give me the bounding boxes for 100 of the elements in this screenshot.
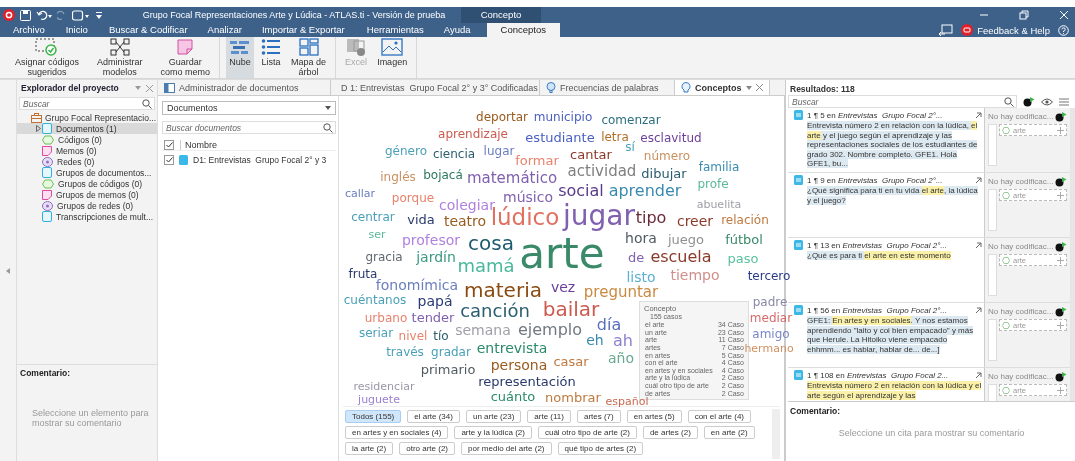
open-arrow-icon[interactable] [975,241,982,249]
filter-chip[interactable]: Todos (155) [345,410,402,423]
cloud-word[interactable]: tipo [635,210,667,226]
dropdown-icon[interactable] [745,85,752,90]
ribbon-button[interactable]: Guardar como memo [157,37,214,78]
checkbox[interactable] [164,155,174,165]
comment-field[interactable]: Seleccione un cita para mostrar su comentario [790,416,1073,457]
filter-chip[interactable]: con el arte (4) [687,410,751,423]
cloud-word[interactable]: representación [478,374,576,388]
feedback-button[interactable]: Feedback & Help [961,24,1050,36]
help-icon[interactable] [1058,24,1069,36]
cloud-word[interactable]: familia [698,161,740,173]
app-logo-icon[interactable] [3,9,15,21]
filter-chip[interactable]: un arte (23) [465,410,522,423]
cloud-word[interactable]: actividad [567,163,637,179]
cloud-word[interactable]: matemático [466,170,558,186]
filter-chip[interactable]: cuál otro tipo de arte (2) [537,426,637,439]
cloud-word[interactable]: cuánto [490,389,536,403]
customize-icon[interactable] [95,9,103,21]
cloud-word[interactable]: comenzar [601,114,661,126]
document-tab[interactable]: Administrador de documentos [158,80,331,95]
filter-chip[interactable]: arte y la lúdica (2) [454,426,532,439]
cloud-word[interactable]: esclavitud [640,132,702,144]
cloud-word[interactable]: cuéntanos [343,294,407,306]
open-arrow-icon[interactable] [975,371,982,379]
cloud-word[interactable]: relación [721,214,769,226]
cloud-word[interactable]: aprendizaje [438,128,508,140]
quote-header[interactable]: 1 ¶ 5 en Entrevistas Grupo Focal 2°... [807,110,971,120]
tree-item[interactable]: Grupo Focal Representacio... [17,112,157,123]
cloud-word[interactable]: jardín [416,250,456,264]
code-tag-icon[interactable] [1055,176,1067,187]
ribbon-button[interactable]: Nube [226,37,255,78]
filter-chip[interactable]: en arte (2) [703,426,755,439]
ribbon-button[interactable]: Lista [258,37,285,78]
cloud-word[interactable]: primario [420,362,476,376]
tree-item[interactable]: Documentos (1) [17,123,157,134]
tree-item[interactable]: Grupos de memos (0) [17,189,157,200]
menu-tab[interactable]: Buscar & Codificar [100,23,196,37]
tree-item[interactable]: Transcripciones de mult... [17,211,157,222]
cloud-word[interactable]: gracia [365,251,403,263]
cloud-word[interactable]: fonomímica [375,278,459,292]
cloud-word[interactable]: través [386,346,424,358]
filter-chip[interactable]: en artes y en sociales (4) [345,426,449,439]
code-tag-icon[interactable] [1055,306,1067,317]
cloud-word[interactable]: profesor [401,233,461,247]
scrollbar[interactable] [1070,108,1075,401]
cloud-word[interactable]: casar [553,354,589,368]
restore-icon[interactable] [1019,10,1029,20]
cloud-word[interactable]: juguete [358,393,400,405]
cloud-word[interactable]: lugar [483,145,515,157]
ribbon-button[interactable]: Asignar códigos sugeridos [12,37,83,78]
cloud-word[interactable]: padre [752,296,788,308]
cloud-word[interactable]: cosa [468,233,514,253]
cloud-word[interactable]: letra [601,131,629,143]
filter-chip[interactable]: artes (7) [576,410,621,423]
code-tag-icon[interactable] [1055,371,1067,382]
expand-arrow-icon[interactable] [36,125,41,132]
cloud-word[interactable]: mediar [749,312,793,324]
cloud-word[interactable]: sí [625,141,635,153]
cloud-word[interactable]: social [558,183,604,199]
menu-tab[interactable]: Conceptos [486,23,560,37]
cloud-word[interactable]: día [596,317,622,333]
quote-header[interactable]: 1 ¶ 56 en Entrevistas Grupo Focal 2°... [807,305,971,315]
dropdown-icon[interactable] [135,86,141,90]
ribbon-button[interactable]: Administrar modelos [94,37,146,78]
cloud-word[interactable]: vida [407,212,435,226]
cloud-word[interactable]: teatro [443,214,487,228]
cloud-word[interactable]: juego [667,232,705,246]
cloud-word[interactable]: creer [676,214,714,228]
tree-item[interactable]: Grupos de códigos (0) [17,178,157,189]
menu-tab[interactable]: Ayuda [435,23,479,37]
filter-chip[interactable]: qué tipo de artes (2) [557,442,644,455]
cloud-word[interactable]: eh [586,333,604,347]
cloud-word[interactable]: colegiar [439,198,495,212]
cloud-word[interactable]: amigo [752,328,790,340]
documents-dropdown[interactable]: Documentos [162,101,336,115]
search-field[interactable]: Buscar [788,95,1017,108]
cloud-word[interactable]: género [385,145,427,157]
checkbox[interactable] [164,140,174,150]
screen-icon[interactable] [939,24,954,36]
ribbon-button[interactable]: Mapa de árbol [288,37,330,78]
cloud-word[interactable]: fruta [348,268,378,280]
cloud-word[interactable]: tío [433,330,449,342]
cloud-word[interactable]: español [605,395,649,407]
close-icon[interactable] [755,84,763,91]
cloud-word[interactable]: papá [417,294,453,308]
cloud-word[interactable]: ejemplo [517,322,583,338]
code-tag-icon[interactable] [1023,96,1035,107]
quote-header[interactable]: 1 ¶ 9 en Entrevistas Grupo Focal 2°... [807,175,971,185]
cloud-word[interactable]: vez [550,280,576,294]
cloud-word[interactable]: tercero [747,270,791,282]
menu-tab[interactable]: Importar & Exportar [253,23,353,37]
cloud-word[interactable]: fútbol [725,232,763,246]
cloud-word[interactable]: canción [460,302,530,320]
filter-chip[interactable]: la arte (2) [345,442,394,455]
table-cell[interactable]: D1: Entrevistas Grupo Focal 2° y 3 [193,155,327,165]
open-arrow-icon[interactable] [975,111,982,119]
filter-chip[interactable]: el arte (34) [407,410,460,423]
ribbon-button[interactable]: Imagen [374,37,411,78]
filter-chip[interactable]: otro arte (2) [399,442,456,455]
